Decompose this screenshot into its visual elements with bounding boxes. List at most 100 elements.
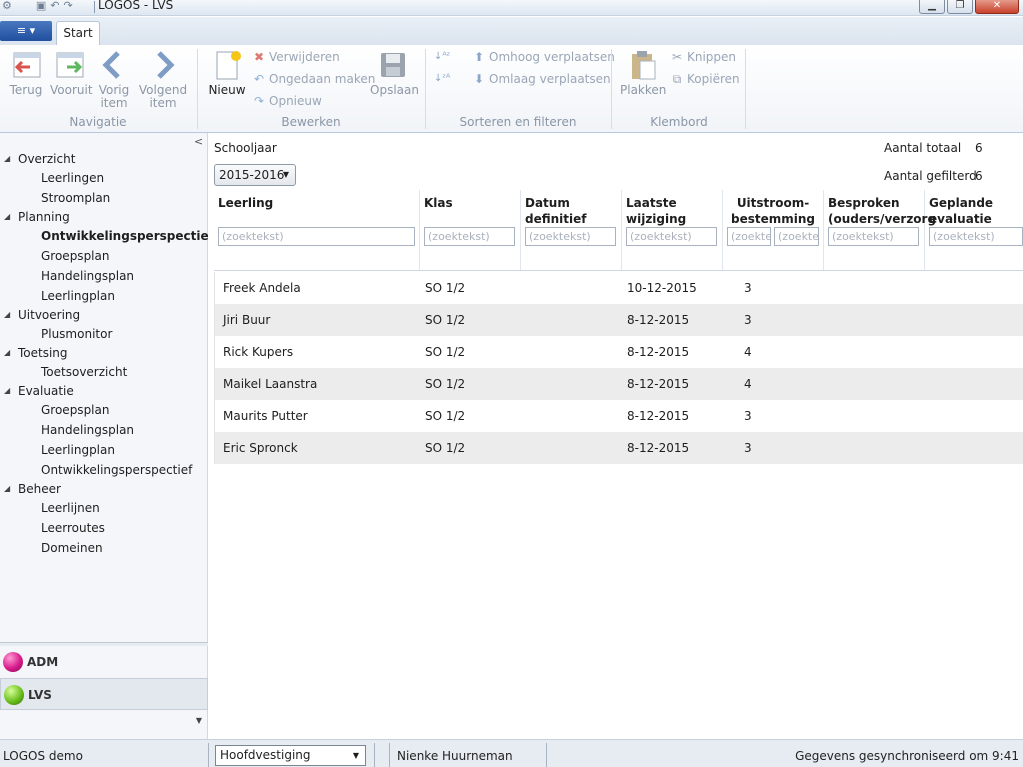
redo-button[interactable]: ↷ Opnieuw	[252, 94, 322, 108]
column-header-uitstroombestemming[interactable]: Uitstroom-bestemming (zoekte (zoekte	[723, 190, 824, 270]
sort-ascending-button[interactable]: ↓ᴬᶻ	[434, 50, 450, 64]
expand-triangle-icon[interactable]: ◢	[4, 382, 10, 400]
table-row[interactable]: Maurits Putter SO 1/2 8-12-2015 3	[214, 400, 1023, 432]
expand-triangle-icon[interactable]: ◢	[4, 480, 10, 498]
navigation-group-label: Navigatie	[69, 115, 127, 129]
sidebar-item-domeinen[interactable]: Domeinen	[0, 538, 208, 558]
sidebar-section-evaluatie[interactable]: ◢ Evaluatie	[0, 382, 208, 400]
filter-input-klas[interactable]: (zoektekst)	[424, 227, 515, 246]
filter-input-datum-definitief[interactable]: (zoektekst)	[525, 227, 616, 246]
sidebar: < ◢ Overzicht Leerlingen Stroomplan ◢ Plan…	[0, 133, 214, 739]
filter-input-leerling[interactable]: (zoektekst)	[218, 227, 415, 246]
status-user: Nienke Huurneman	[397, 749, 513, 763]
sort-ascending-icon: ↓ᴬᶻ	[434, 51, 451, 62]
column-header-datum-definitief[interactable]: Datum definitief (zoektekst)	[521, 190, 622, 270]
grid-body: Freek Andela SO 1/2 10-12-2015 3 Jiri Bu…	[214, 272, 1023, 464]
sidebar-section-uitvoering[interactable]: ◢ Uitvoering	[0, 306, 208, 324]
cell-uitstroom: 4	[744, 345, 752, 359]
sidebar-item-groepsplan[interactable]: Groepsplan	[0, 246, 208, 266]
module-lvs[interactable]: LVS	[0, 678, 208, 710]
filter-input-besproken[interactable]: (zoektekst)	[828, 227, 919, 246]
paste-button[interactable]: Plakken	[620, 49, 666, 97]
collapse-sidebar-icon[interactable]: <	[194, 135, 203, 148]
cell-uitstroom: 3	[744, 313, 752, 327]
ribbon: Terug Vooruit Vorig item Volgend item Na…	[0, 45, 1023, 133]
schooljaar-value: 2015-2016	[219, 168, 285, 182]
expand-triangle-icon[interactable]: ◢	[4, 344, 10, 362]
tab-start[interactable]: Start	[56, 21, 100, 45]
column-header-besproken[interactable]: Besproken (ouders/verzorg (zoektekst)	[824, 190, 936, 270]
previous-item-button[interactable]: Vorig item	[96, 49, 132, 110]
column-header-laatste-wijziging[interactable]: Laatste wijziging (zoektekst)	[622, 190, 723, 270]
sidebar-item-leerlijnen[interactable]: Leerlijnen	[0, 498, 208, 518]
module-options-icon[interactable]: ▼	[196, 716, 202, 725]
next-item-button[interactable]: Volgend item	[138, 49, 188, 110]
students-grid: Leerling (zoektekst) Klas (zoektekst) Da…	[214, 190, 1023, 464]
undo-quick-icon[interactable]: ↶	[50, 0, 59, 12]
table-row[interactable]: Freek Andela SO 1/2 10-12-2015 3	[214, 272, 1023, 304]
copy-button[interactable]: ⧉ Kopiëren	[670, 72, 740, 86]
sidebar-section-beheer[interactable]: ◢ Beheer	[0, 480, 208, 498]
dropdown-arrow-icon: ▼	[352, 751, 359, 760]
sidebar-section-overzicht[interactable]: ◢ Overzicht	[0, 150, 208, 168]
new-button[interactable]: Nieuw	[208, 49, 246, 97]
sidebar-item-toetsoverzicht[interactable]: Toetsoverzicht	[0, 362, 208, 382]
column-header-geplande-evaluatie[interactable]: Geplande evaluatie (zoektekst)	[925, 190, 1023, 270]
filter-input-uitstroom-2[interactable]: (zoekte	[774, 227, 819, 246]
move-up-label: Omhoog verplaatsen	[489, 50, 615, 64]
dropdown-arrow-icon: ▼	[282, 170, 289, 179]
save-quick-icon[interactable]: ▣	[36, 0, 46, 12]
sidebar-item-handelingsplan[interactable]: Handelingsplan	[0, 420, 208, 440]
app-icon: ⚙	[2, 0, 12, 12]
close-button[interactable]: ✕	[975, 0, 1019, 14]
sidebar-item-leerlingen[interactable]: Leerlingen	[0, 168, 208, 188]
table-row[interactable]: Eric Spronck SO 1/2 8-12-2015 3	[214, 432, 1023, 464]
table-row[interactable]: Rick Kupers SO 1/2 8-12-2015 4	[214, 336, 1023, 368]
edit-group: Nieuw ✖ Verwijderen ↶ Ongedaan maken ↷ Opni…	[198, 45, 424, 133]
redo-quick-icon[interactable]: ↷	[64, 0, 73, 12]
filter-input-laatste-wijziging[interactable]: (zoektekst)	[626, 227, 717, 246]
sidebar-item-plusmonitor[interactable]: Plusmonitor	[0, 324, 208, 344]
module-adm[interactable]: ADM	[0, 646, 208, 678]
expand-triangle-icon[interactable]: ◢	[4, 150, 10, 168]
expand-triangle-icon[interactable]: ◢	[4, 208, 10, 226]
sidebar-item-ontwikkelingsperspectief[interactable]: Ontwikkelingsperspectief	[0, 460, 208, 480]
sidebar-section-planning[interactable]: ◢ Planning	[0, 208, 208, 226]
cell-leerling: Rick Kupers	[223, 345, 294, 359]
cell-klas: SO 1/2	[425, 281, 466, 295]
app-menu-button[interactable]: ≡ ▾	[0, 21, 52, 41]
location-select[interactable]: Hoofdvestiging ▼	[215, 745, 366, 766]
sidebar-item-groepsplan[interactable]: Groepsplan	[0, 400, 208, 420]
move-up-button[interactable]: ⬆ Omhoog verplaatsen	[472, 50, 615, 64]
sidebar-section-toetsing[interactable]: ◢ Toetsing	[0, 344, 208, 362]
sidebar-item-ontwikkelingsperspectief[interactable]: Ontwikkelingsperspectief	[0, 226, 214, 246]
sort-descending-button[interactable]: ↓ᶻᴬ	[434, 72, 450, 86]
save-button[interactable]: Opslaan	[370, 49, 419, 97]
undo-button[interactable]: ↶ Ongedaan maken	[252, 72, 375, 86]
status-bar: LOGOS demo Hoofdvestiging ▼ Nienke Huurn…	[0, 739, 1023, 767]
delete-button[interactable]: ✖ Verwijderen	[252, 50, 340, 64]
cut-button[interactable]: ✂ Knippen	[670, 50, 736, 64]
column-header-klas[interactable]: Klas (zoektekst)	[420, 190, 521, 270]
forward-button[interactable]: Vooruit	[50, 49, 93, 97]
sidebar-item-stroomplan[interactable]: Stroomplan	[0, 188, 208, 208]
sidebar-item-leerlingplan[interactable]: Leerlingplan	[0, 440, 208, 460]
schooljaar-select[interactable]: 2015-2016 ▼	[214, 164, 296, 186]
minimize-button[interactable]: ▁	[919, 0, 945, 14]
table-row[interactable]: Jiri Buur SO 1/2 8-12-2015 3	[214, 304, 1023, 336]
sidebar-item-leerlingplan[interactable]: Leerlingplan	[0, 286, 208, 306]
move-down-button[interactable]: ⬇ Omlaag verplaatsen	[472, 72, 611, 86]
filter-input-geplande-evaluatie[interactable]: (zoektekst)	[929, 227, 1023, 246]
back-button[interactable]: Terug	[6, 49, 46, 97]
sidebar-item-leerroutes[interactable]: Leerroutes	[0, 518, 208, 538]
cell-laatste-wijziging: 8-12-2015	[627, 345, 690, 359]
sidebar-item-handelingsplan[interactable]: Handelingsplan	[0, 266, 208, 286]
table-row[interactable]: Maikel Laanstra SO 1/2 8-12-2015 4	[214, 368, 1023, 400]
column-header-leerling[interactable]: Leerling (zoektekst)	[214, 190, 420, 270]
sidebar-section-label: Toetsing	[18, 346, 68, 360]
next-item-label-1: Volgend	[138, 83, 188, 97]
expand-triangle-icon[interactable]: ◢	[4, 306, 10, 324]
filter-input-uitstroom-1[interactable]: (zoekte	[727, 227, 771, 246]
navigation-group: Terug Vooruit Vorig item Volgend item Na…	[0, 45, 196, 133]
restore-button[interactable]: ❐	[947, 0, 973, 14]
